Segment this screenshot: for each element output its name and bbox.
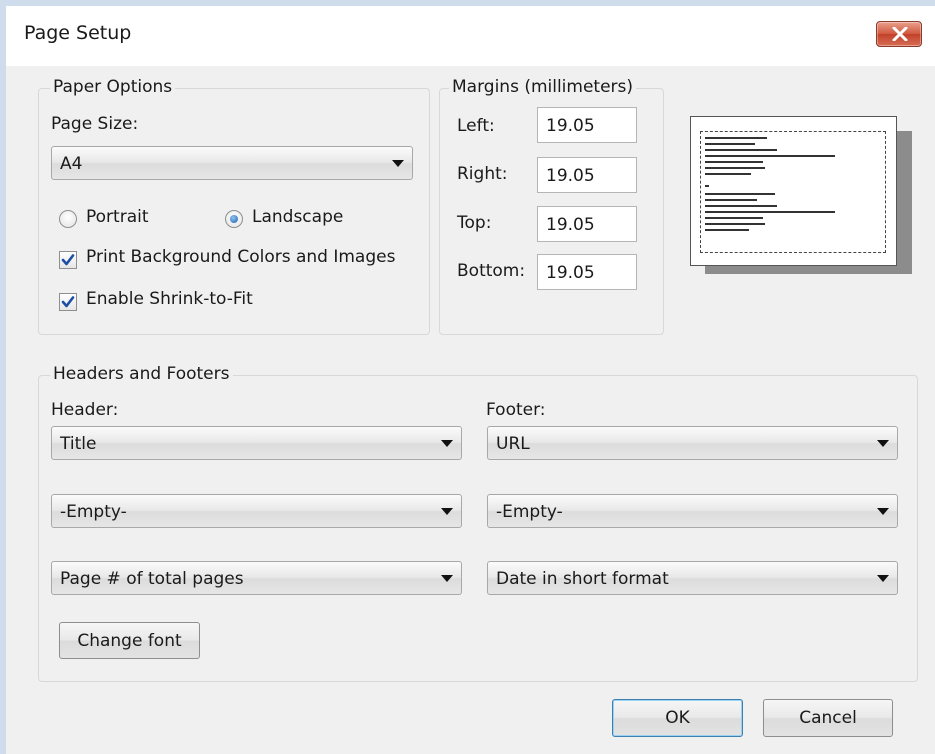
- preview-text-line: [705, 185, 709, 187]
- top-margin-input[interactable]: 19.05: [537, 206, 637, 242]
- right-margin-input[interactable]: 19.05: [537, 157, 637, 193]
- title-bar: Page Setup: [6, 6, 935, 66]
- change-font-button[interactable]: Change font: [59, 622, 200, 659]
- page-setup-dialog: Page Setup Paper Options Page Size: A4 P…: [0, 0, 935, 754]
- top-margin-value: 19.05: [546, 215, 595, 235]
- headers-footers-legend: Headers and Footers: [50, 364, 233, 384]
- ok-button[interactable]: OK: [612, 699, 743, 737]
- preview-text-line: [705, 229, 749, 231]
- print-background-checkbox[interactable]: [59, 251, 77, 269]
- footer-label: Footer:: [486, 400, 546, 420]
- bottom-margin-input[interactable]: 19.05: [537, 254, 637, 290]
- paper-options-legend: Paper Options: [50, 77, 176, 97]
- page-size-select[interactable]: A4: [51, 146, 413, 180]
- chevron-down-icon: [441, 440, 453, 447]
- chevron-down-icon: [877, 508, 889, 515]
- left-margin-value: 19.05: [546, 116, 595, 136]
- right-margin-label: Right:: [457, 164, 508, 184]
- footer-left-value: URL: [496, 434, 530, 454]
- margins-legend: Margins (millimeters): [449, 77, 637, 97]
- checkmark-icon: [61, 296, 75, 308]
- preview-text-line: [705, 199, 757, 201]
- preview-text-line: [705, 173, 751, 175]
- preview-text-line: [705, 143, 755, 145]
- portrait-radio[interactable]: [59, 210, 77, 228]
- preview-text-line: [705, 161, 763, 163]
- landscape-radio[interactable]: [225, 210, 243, 228]
- footer-center-value: -Empty-: [496, 502, 563, 522]
- landscape-label[interactable]: Landscape: [252, 207, 343, 227]
- page-size-label: Page Size:: [51, 114, 139, 134]
- preview-text-line: [705, 155, 835, 157]
- chevron-down-icon: [877, 440, 889, 447]
- footer-left-select[interactable]: URL: [487, 426, 898, 460]
- header-left-value: Title: [60, 434, 97, 454]
- preview-text-line: [705, 167, 765, 169]
- bottom-margin-label: Bottom:: [457, 261, 526, 281]
- header-left-select[interactable]: Title: [51, 426, 462, 460]
- preview-text-line: [705, 217, 763, 219]
- footer-right-select[interactable]: Date in short format: [487, 561, 898, 595]
- close-icon: [892, 27, 908, 41]
- page-preview: [690, 116, 897, 266]
- top-margin-label: Top:: [457, 213, 492, 233]
- header-label: Header:: [51, 400, 119, 420]
- header-right-value: Page # of total pages: [60, 569, 244, 589]
- header-center-value: -Empty-: [60, 502, 127, 522]
- chevron-down-icon: [441, 575, 453, 582]
- left-margin-label: Left:: [457, 116, 495, 136]
- print-background-label[interactable]: Print Background Colors and Images: [86, 247, 395, 267]
- cancel-button[interactable]: Cancel: [763, 699, 893, 737]
- header-center-select[interactable]: -Empty-: [51, 494, 462, 528]
- chevron-down-icon: [441, 508, 453, 515]
- preview-text-line: [705, 193, 775, 195]
- left-margin-input[interactable]: 19.05: [537, 107, 637, 143]
- header-right-select[interactable]: Page # of total pages: [51, 561, 462, 595]
- checkmark-icon: [61, 254, 75, 266]
- page-size-value: A4: [60, 154, 83, 174]
- preview-text-line: [705, 137, 767, 139]
- footer-right-value: Date in short format: [496, 569, 669, 589]
- preview-text-line: [705, 211, 835, 213]
- footer-center-select[interactable]: -Empty-: [487, 494, 898, 528]
- preview-text-line: [705, 149, 777, 151]
- shrink-to-fit-label[interactable]: Enable Shrink-to-Fit: [86, 289, 253, 309]
- preview-text-line: [705, 205, 777, 207]
- portrait-label[interactable]: Portrait: [86, 207, 149, 227]
- bottom-margin-value: 19.05: [546, 263, 595, 283]
- close-button[interactable]: [876, 21, 922, 47]
- dialog-title: Page Setup: [24, 22, 132, 44]
- shrink-to-fit-checkbox[interactable]: [59, 293, 77, 311]
- chevron-down-icon: [392, 160, 404, 167]
- right-margin-value: 19.05: [546, 166, 595, 186]
- chevron-down-icon: [877, 575, 889, 582]
- preview-text-line: [705, 223, 765, 225]
